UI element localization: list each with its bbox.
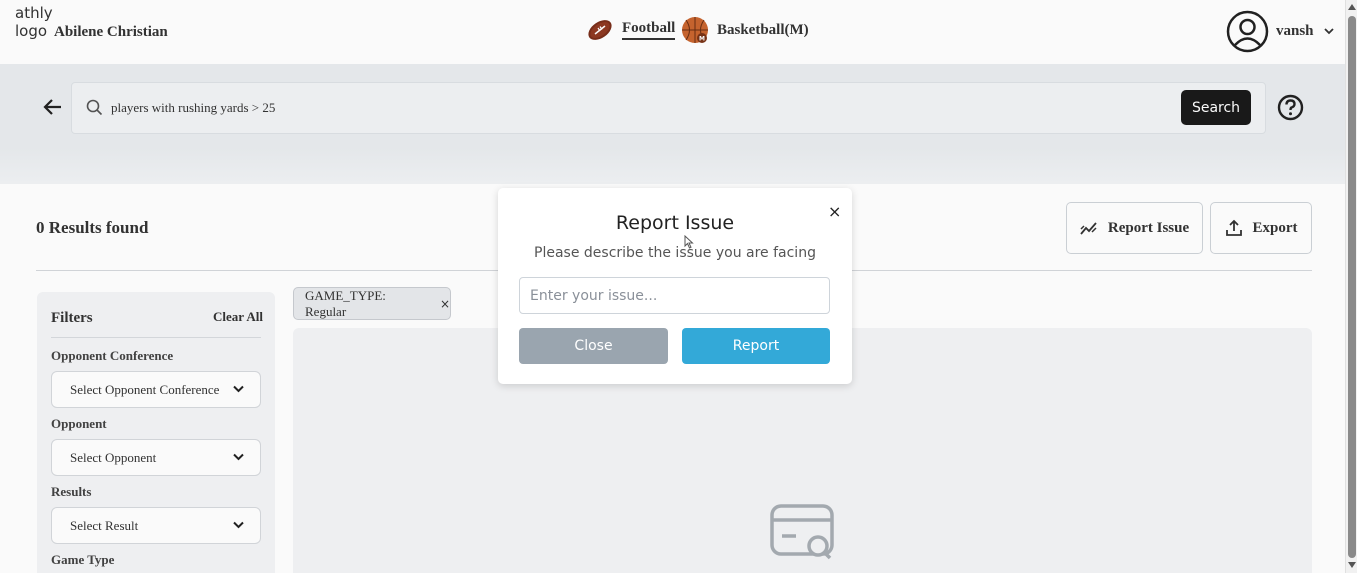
scroll-down-icon[interactable] (1348, 562, 1356, 568)
mouse-cursor-icon (684, 235, 694, 249)
page-scrollbar[interactable] (1345, 0, 1357, 573)
issue-input[interactable] (519, 277, 830, 314)
scroll-up-icon[interactable] (1348, 4, 1356, 10)
modal-report-button[interactable]: Report (682, 328, 830, 364)
modal-subtitle: Please describe the issue you are facing (534, 245, 816, 261)
modal-close-button[interactable]: Close (519, 328, 668, 364)
modal-title: Report Issue (615, 212, 735, 234)
scrollbar-thumb[interactable] (1348, 16, 1356, 558)
report-issue-modal: × Report Issue Please describe the issue… (498, 188, 852, 384)
